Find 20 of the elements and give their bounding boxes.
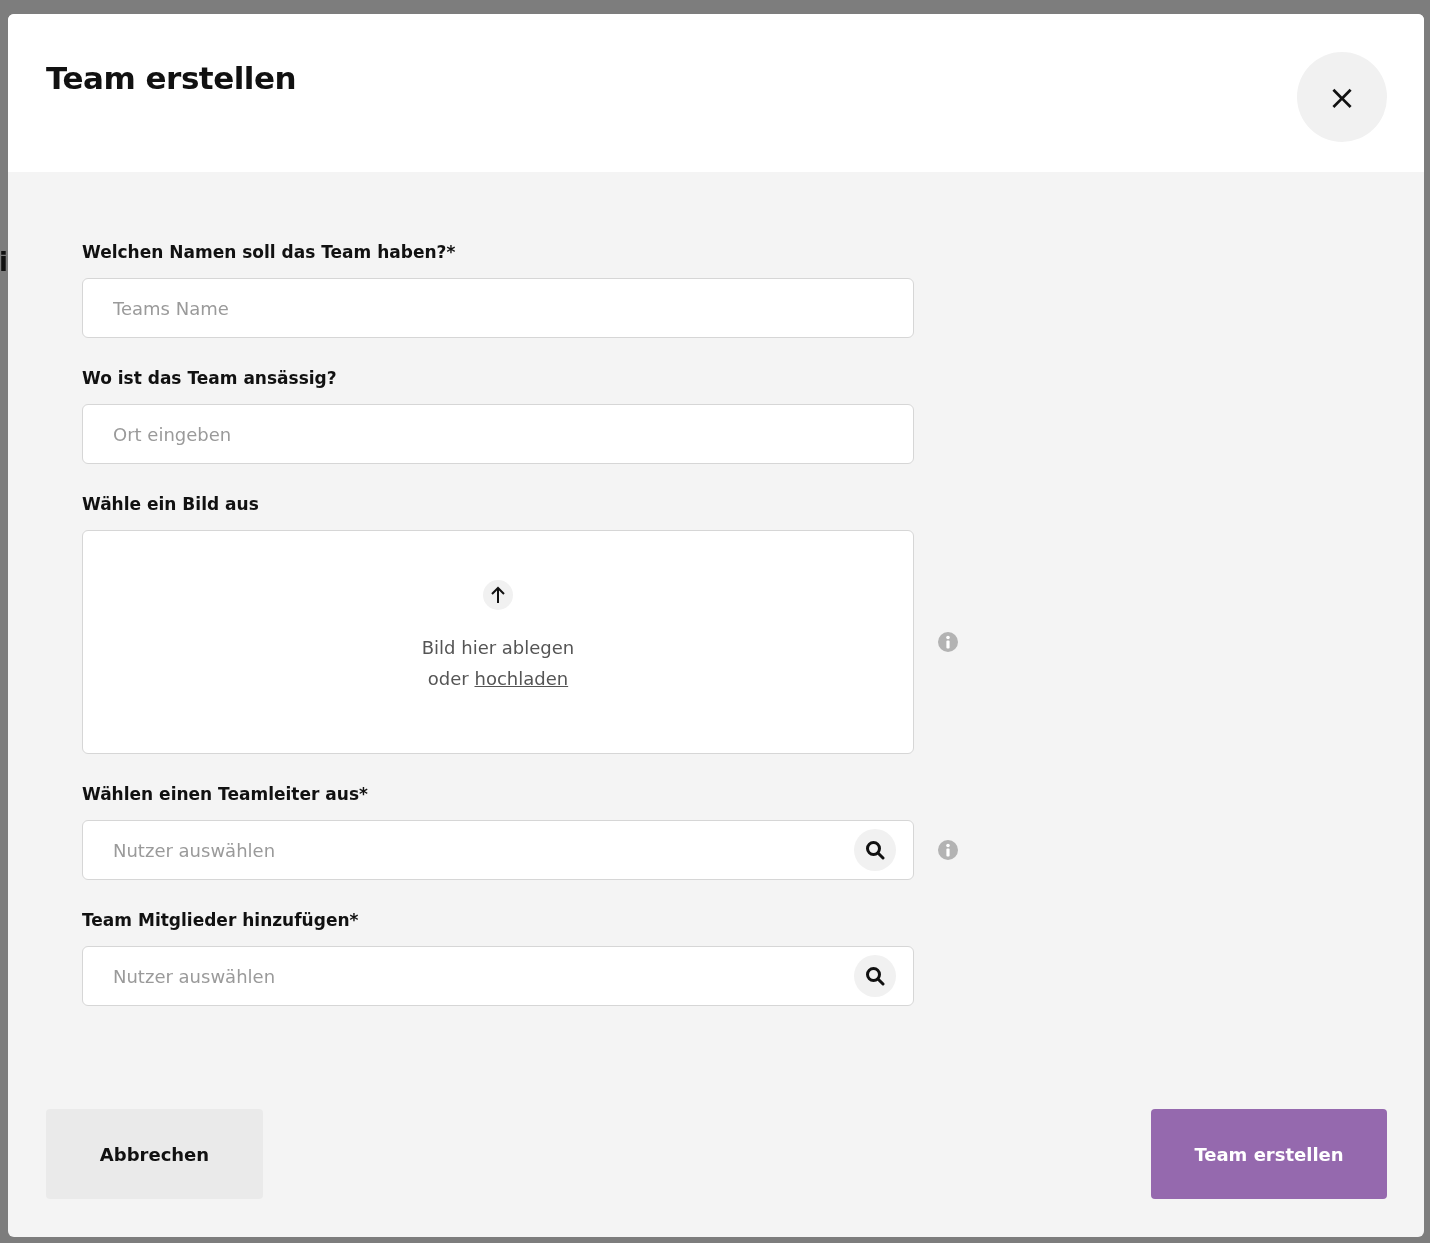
drop-hint: Bild hier ablegen (421, 636, 575, 660)
field-label: Wählen einen Teamleiter aus* (82, 784, 369, 804)
user-search-field[interactable]: Nutzer auswählen (82, 946, 914, 1006)
close-button[interactable]: × (1297, 52, 1387, 142)
dialog-title: Team erstellen (46, 60, 297, 96)
field-label: Wo ist das Team ansässig? (82, 368, 338, 388)
field-label: Team Mitglieder hinzufügen* (82, 910, 360, 930)
background-text: i (0, 247, 8, 277)
image-drop-zone[interactable]: Bild hier ablegen oder hochladen (82, 530, 914, 754)
text-field[interactable]: Ort eingeben (82, 404, 914, 464)
user-search-field[interactable]: Nutzer auswählen (82, 820, 914, 880)
upload-link[interactable]: hochladen (474, 668, 569, 689)
create-team-button[interactable]: Team erstellen (1151, 1109, 1387, 1199)
cancel-button[interactable]: Abbrechen (46, 1109, 263, 1199)
upload-hint: oder hochladen (427, 667, 569, 691)
text-field[interactable]: Teams Name (82, 278, 914, 338)
search-icon (865, 840, 885, 860)
search-icon (865, 966, 885, 986)
field-label: Wähle ein Bild aus (82, 494, 260, 514)
field-label: Welchen Namen soll das Team haben?* (82, 242, 457, 262)
